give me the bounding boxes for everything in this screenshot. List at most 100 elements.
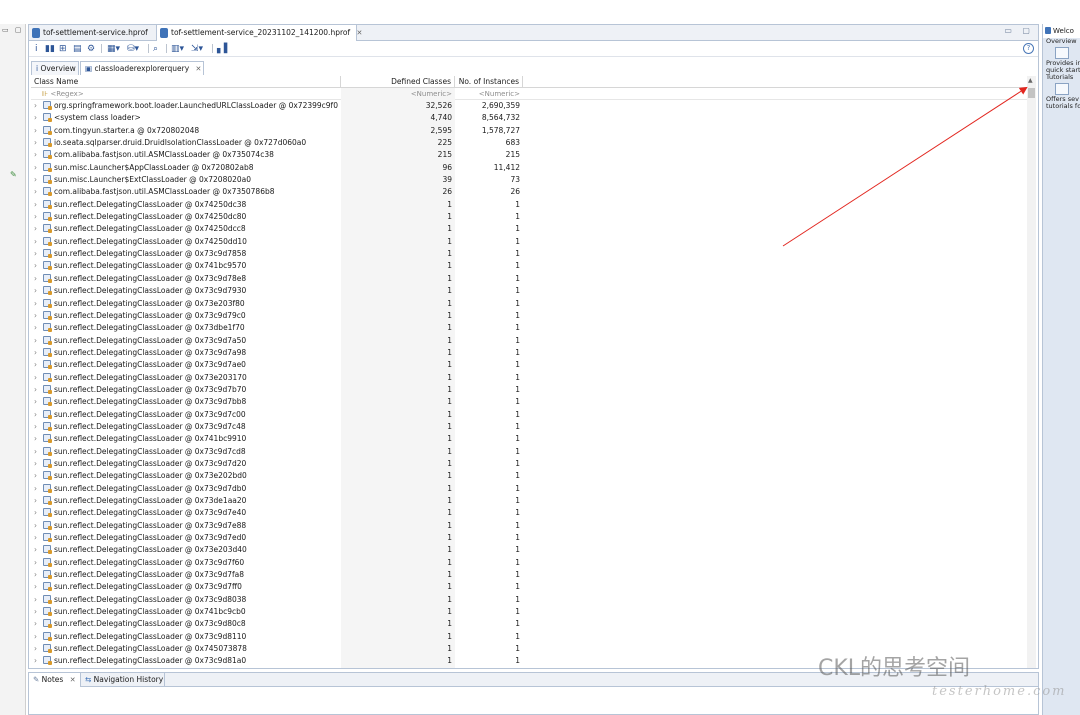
welcome-tutorials-text[interactable]: Tutorials xyxy=(1043,74,1080,81)
table-row[interactable]: › sun.reflect.DelegatingClassLoader @ 0x7… xyxy=(31,457,1036,471)
column-header-class-name[interactable]: Class Name xyxy=(31,76,341,88)
search-icon[interactable]: ⌕ xyxy=(153,43,158,55)
expand-chevron-icon[interactable]: › xyxy=(34,335,43,347)
tab-overview[interactable]: i Overview xyxy=(31,61,79,75)
expand-chevron-icon[interactable]: › xyxy=(34,149,43,161)
expand-chevron-icon[interactable]: › xyxy=(34,520,43,532)
expand-chevron-icon[interactable]: › xyxy=(34,359,43,371)
expand-chevron-icon[interactable]: › xyxy=(34,100,43,112)
table-row[interactable]: › sun.reflect.DelegatingClassLoader @ 0x7… xyxy=(31,285,1036,298)
expand-chevron-icon[interactable]: › xyxy=(34,223,43,235)
tutorials-icon[interactable] xyxy=(1055,83,1069,95)
expand-chevron-icon[interactable]: › xyxy=(34,236,43,248)
expand-chevron-icon[interactable]: › xyxy=(34,507,43,519)
expand-chevron-icon[interactable]: › xyxy=(34,433,43,445)
expand-chevron-icon[interactable]: › xyxy=(34,618,43,630)
table-row[interactable]: › sun.reflect.DelegatingClassLoader @ 0x7… xyxy=(31,618,1036,631)
expand-chevron-icon[interactable]: › xyxy=(34,273,43,285)
table-row[interactable]: › sun.reflect.DelegatingClassLoader @ 0x7… xyxy=(31,495,1036,508)
expand-chevron-icon[interactable]: › xyxy=(34,162,43,174)
table-row[interactable]: › sun.reflect.DelegatingClassLoader @ 0x7… xyxy=(31,260,1036,273)
expand-chevron-icon[interactable]: › xyxy=(34,544,43,556)
expand-chevron-icon[interactable]: › xyxy=(34,248,43,260)
table-row[interactable]: › sun.reflect.DelegatingClassLoader @ 0x7… xyxy=(31,322,1036,335)
query-browser-dropdown-icon[interactable]: ⛁▾ xyxy=(127,43,139,55)
table-row[interactable]: › sun.reflect.DelegatingClassLoader @ 0x7… xyxy=(31,433,1036,446)
reports-dropdown-icon[interactable]: ▦▾ xyxy=(107,43,120,55)
expand-chevron-icon[interactable]: › xyxy=(34,384,43,396)
export-dropdown-icon[interactable]: ⇲▾ xyxy=(191,43,203,55)
welcome-overview-text[interactable]: Overview xyxy=(1043,38,1080,45)
table-row[interactable]: › sun.reflect.DelegatingClassLoader @ 0x7… xyxy=(31,272,1036,286)
table-row[interactable]: › sun.reflect.DelegatingClassLoader @ 0x7… xyxy=(31,211,1036,224)
tab-welcome[interactable]: Welco xyxy=(1043,24,1080,38)
editor-tab-hprof-20231102[interactable]: tof-settlement-service_20231102_141200.h… xyxy=(157,25,362,41)
table-row[interactable]: › sun.reflect.DelegatingClassLoader @ 0x7… xyxy=(31,235,1036,249)
table-row[interactable]: › sun.reflect.DelegatingClassLoader @ 0x7… xyxy=(31,359,1036,372)
expand-chevron-icon[interactable]: › xyxy=(34,186,43,198)
table-row[interactable]: › sun.reflect.DelegatingClassLoader @ 0x7… xyxy=(31,532,1036,545)
table-row[interactable]: › sun.reflect.DelegatingClassLoader @ 0x7… xyxy=(31,470,1036,483)
tab-notes[interactable]: ✎ Notes ✕ xyxy=(29,673,81,687)
table-row[interactable]: › sun.reflect.DelegatingClassLoader @ 0x7… xyxy=(31,606,1036,619)
table-row[interactable]: › sun.reflect.DelegatingClassLoader @ 0x7… xyxy=(31,383,1036,397)
expand-chevron-icon[interactable]: › xyxy=(34,372,43,384)
expand-chevron-icon[interactable]: › xyxy=(34,569,43,581)
table-row[interactable]: › com.alibaba.fastjson.util.ASMClassLoade… xyxy=(31,186,1036,199)
expand-chevron-icon[interactable]: › xyxy=(34,483,43,495)
expand-chevron-icon[interactable]: › xyxy=(34,322,43,334)
table-row[interactable]: › sun.reflect.DelegatingClassLoader @ 0x7… xyxy=(31,569,1036,582)
help-icon[interactable]: ? xyxy=(1023,43,1034,54)
table-row[interactable]: › sun.reflect.DelegatingClassLoader @ 0x7… xyxy=(31,371,1036,384)
close-icon[interactable]: ✕ xyxy=(70,676,76,684)
expand-chevron-icon[interactable]: › xyxy=(34,631,43,643)
table-row[interactable]: › sun.reflect.DelegatingClassLoader @ 0x7… xyxy=(31,445,1036,458)
editor-tab-hprof[interactable]: tof-settlement-service.hprof xyxy=(29,25,157,41)
oql-icon[interactable]: ▤ xyxy=(73,43,82,55)
expand-chevron-icon[interactable]: › xyxy=(34,174,43,186)
table-row[interactable]: › com.tingyun.starter.a @ 0x720802048 2,59… xyxy=(31,124,1036,138)
table-row[interactable]: › sun.reflect.DelegatingClassLoader @ 0x7… xyxy=(31,556,1036,570)
expand-chevron-icon[interactable]: › xyxy=(34,606,43,618)
table-row[interactable]: › sun.reflect.DelegatingClassLoader @ 0x7… xyxy=(31,519,1036,533)
table-row[interactable]: › sun.reflect.DelegatingClassLoader @ 0x7… xyxy=(31,198,1036,212)
table-row[interactable]: › sun.reflect.DelegatingClassLoader @ 0x7… xyxy=(31,581,1036,594)
expand-chevron-icon[interactable]: › xyxy=(34,581,43,593)
scroll-up-icon[interactable]: ▲ xyxy=(1028,77,1033,84)
expand-chevron-icon[interactable]: › xyxy=(34,643,43,655)
expand-chevron-icon[interactable]: › xyxy=(34,409,43,421)
tab-navigation-history[interactable]: ⇆ Navigation History xyxy=(81,673,165,687)
table-row[interactable]: › sun.reflect.DelegatingClassLoader @ 0x7… xyxy=(31,297,1036,310)
close-icon[interactable]: ✕ xyxy=(196,65,202,73)
defined-classes-filter-input[interactable]: <Numeric> xyxy=(341,88,455,100)
expand-chevron-icon[interactable]: › xyxy=(34,594,43,606)
expand-chevron-icon[interactable]: › xyxy=(34,458,43,470)
pencil-icon[interactable]: ✎ xyxy=(10,170,17,179)
expand-chevron-icon[interactable]: › xyxy=(34,260,43,272)
table-row[interactable]: › sun.reflect.DelegatingClassLoader @ 0x7… xyxy=(31,507,1036,520)
table-row[interactable]: › sun.reflect.DelegatingClassLoader @ 0x7… xyxy=(31,630,1036,644)
expand-chevron-icon[interactable]: › xyxy=(34,470,43,482)
tab-classloaderexplorerquery[interactable]: ▣ classloaderexplorerquery ✕ xyxy=(80,61,204,75)
table-row[interactable]: › sun.reflect.DelegatingClassLoader @ 0x7… xyxy=(31,223,1036,236)
expand-chevron-icon[interactable]: › xyxy=(34,298,43,310)
info-icon[interactable]: i xyxy=(35,43,38,55)
table-row[interactable]: › sun.reflect.DelegatingClassLoader @ 0x7… xyxy=(31,544,1036,557)
table-row[interactable]: › sun.misc.Launcher$AppClassLoader @ 0x72… xyxy=(31,161,1036,175)
expand-chevron-icon[interactable]: › xyxy=(34,125,43,137)
chart-icon[interactable]: ▖▌ xyxy=(217,43,231,55)
expand-chevron-icon[interactable]: › xyxy=(34,446,43,458)
table-row[interactable]: › sun.reflect.DelegatingClassLoader @ 0x7… xyxy=(31,482,1036,495)
table-row[interactable]: › sun.reflect.DelegatingClassLoader @ 0x7… xyxy=(31,309,1036,323)
table-row[interactable]: › sun.reflect.DelegatingClassLoader @ 0x7… xyxy=(31,334,1036,347)
expand-chevron-icon[interactable]: › xyxy=(34,285,43,297)
expand-chevron-icon[interactable]: › xyxy=(34,655,43,667)
expand-chevron-icon[interactable]: › xyxy=(34,211,43,223)
expand-chevron-icon[interactable]: › xyxy=(34,310,43,322)
expand-chevron-icon[interactable]: › xyxy=(34,557,43,569)
minimize-maximize-icons[interactable]: ▭ ▢ xyxy=(1004,26,1034,35)
histogram-icon[interactable]: ▮▮ xyxy=(45,43,55,55)
table-row[interactable]: › sun.misc.Launcher$ExtClassLoader @ 0x72… xyxy=(31,174,1036,187)
table-row[interactable]: › org.springframework.boot.loader.Launche… xyxy=(31,100,1036,113)
table-row[interactable]: › sun.reflect.DelegatingClassLoader @ 0x7… xyxy=(31,346,1036,360)
